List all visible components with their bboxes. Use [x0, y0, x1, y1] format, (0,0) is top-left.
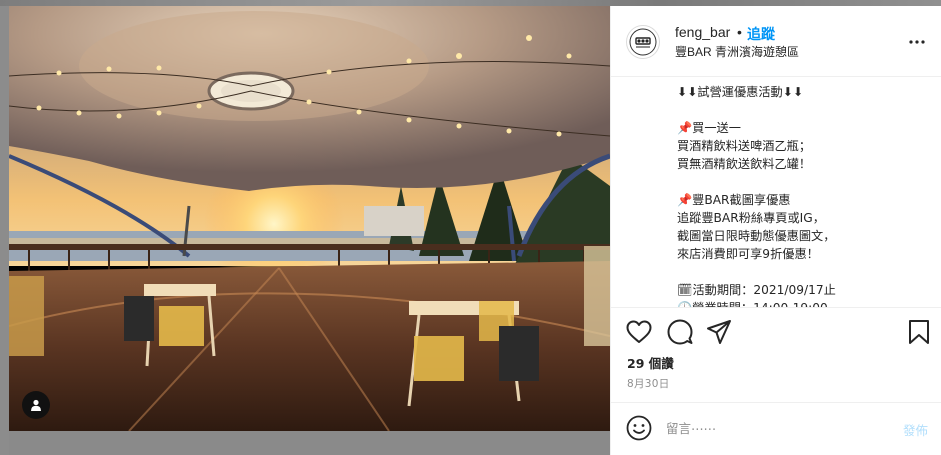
caption-line: 🕒營業時間：14:00-19:00	[677, 299, 941, 307]
post-actions	[611, 318, 941, 348]
smiley-icon	[626, 415, 652, 441]
caption-line: 📌買一送一	[677, 121, 741, 135]
comment-button[interactable]	[666, 318, 694, 346]
comment-input[interactable]	[666, 417, 886, 439]
divider	[611, 307, 941, 308]
more-options-button[interactable]	[907, 32, 927, 52]
page-backdrop-bottom	[9, 431, 610, 455]
user-tag-button[interactable]	[22, 391, 50, 419]
brand-logo-icon	[629, 28, 657, 56]
caption-line: 來店消費即可享9折優惠！	[677, 247, 819, 261]
follow-button[interactable]: 追蹤	[747, 24, 775, 44]
post-header: feng_bar • 追蹤 豐BAR 青洲濱海遊憩區	[611, 6, 941, 77]
paper-plane-icon	[707, 320, 731, 344]
emoji-button[interactable]	[626, 415, 652, 441]
caption-line: 🗓活動期間：2021/09/17止	[677, 283, 836, 297]
like-button[interactable]	[625, 318, 653, 346]
caption-line: 買無酒精飲送飲料乙罐！	[677, 157, 812, 171]
post-comment-button[interactable]: 發佈	[903, 420, 928, 439]
post-side-panel: feng_bar • 追蹤 豐BAR 青洲濱海遊憩區 ⬇⬇試營運優惠活動⬇⬇ 📌…	[610, 6, 941, 455]
page-backdrop-left	[0, 6, 9, 455]
caption-line: 📌豐BAR截圖享優惠	[677, 193, 791, 207]
caption-line	[677, 263, 941, 281]
post-username[interactable]: feng_bar	[675, 24, 730, 40]
caption-line	[677, 173, 941, 191]
save-button[interactable]	[905, 318, 933, 346]
heart-icon	[626, 320, 652, 343]
share-button[interactable]	[705, 318, 733, 346]
post-location[interactable]: 豐BAR 青洲濱海遊憩區	[675, 43, 799, 60]
post-caption: ⬇⬇試營運優惠活動⬇⬇ 📌買一送一 買酒精飲料送啤酒乙瓶； 買無酒精飲送飲料乙罐…	[611, 78, 941, 307]
comment-icon	[667, 319, 693, 345]
comment-bar: 發佈	[611, 403, 941, 455]
caption-line: 追蹤豐BAR粉絲專頁或IG，	[677, 211, 825, 225]
user-tag-icon	[31, 399, 41, 411]
bookmark-icon	[909, 320, 929, 344]
caption-line: 買酒精飲料送啤酒乙瓶；	[677, 139, 812, 153]
caption-line	[677, 101, 941, 119]
caption-line: ⬇⬇試營運優惠活動⬇⬇	[677, 85, 804, 99]
post-image	[9, 6, 610, 431]
post-photo[interactable]	[9, 6, 610, 431]
caption-line: 截圖當日限時動態優惠圖文，	[677, 229, 836, 243]
more-horizontal-icon	[909, 40, 925, 44]
like-count[interactable]: 29 個讚	[627, 353, 674, 372]
avatar[interactable]	[626, 25, 660, 59]
post-date[interactable]: 8月30日	[627, 376, 670, 391]
separator-dot: •	[737, 24, 742, 40]
